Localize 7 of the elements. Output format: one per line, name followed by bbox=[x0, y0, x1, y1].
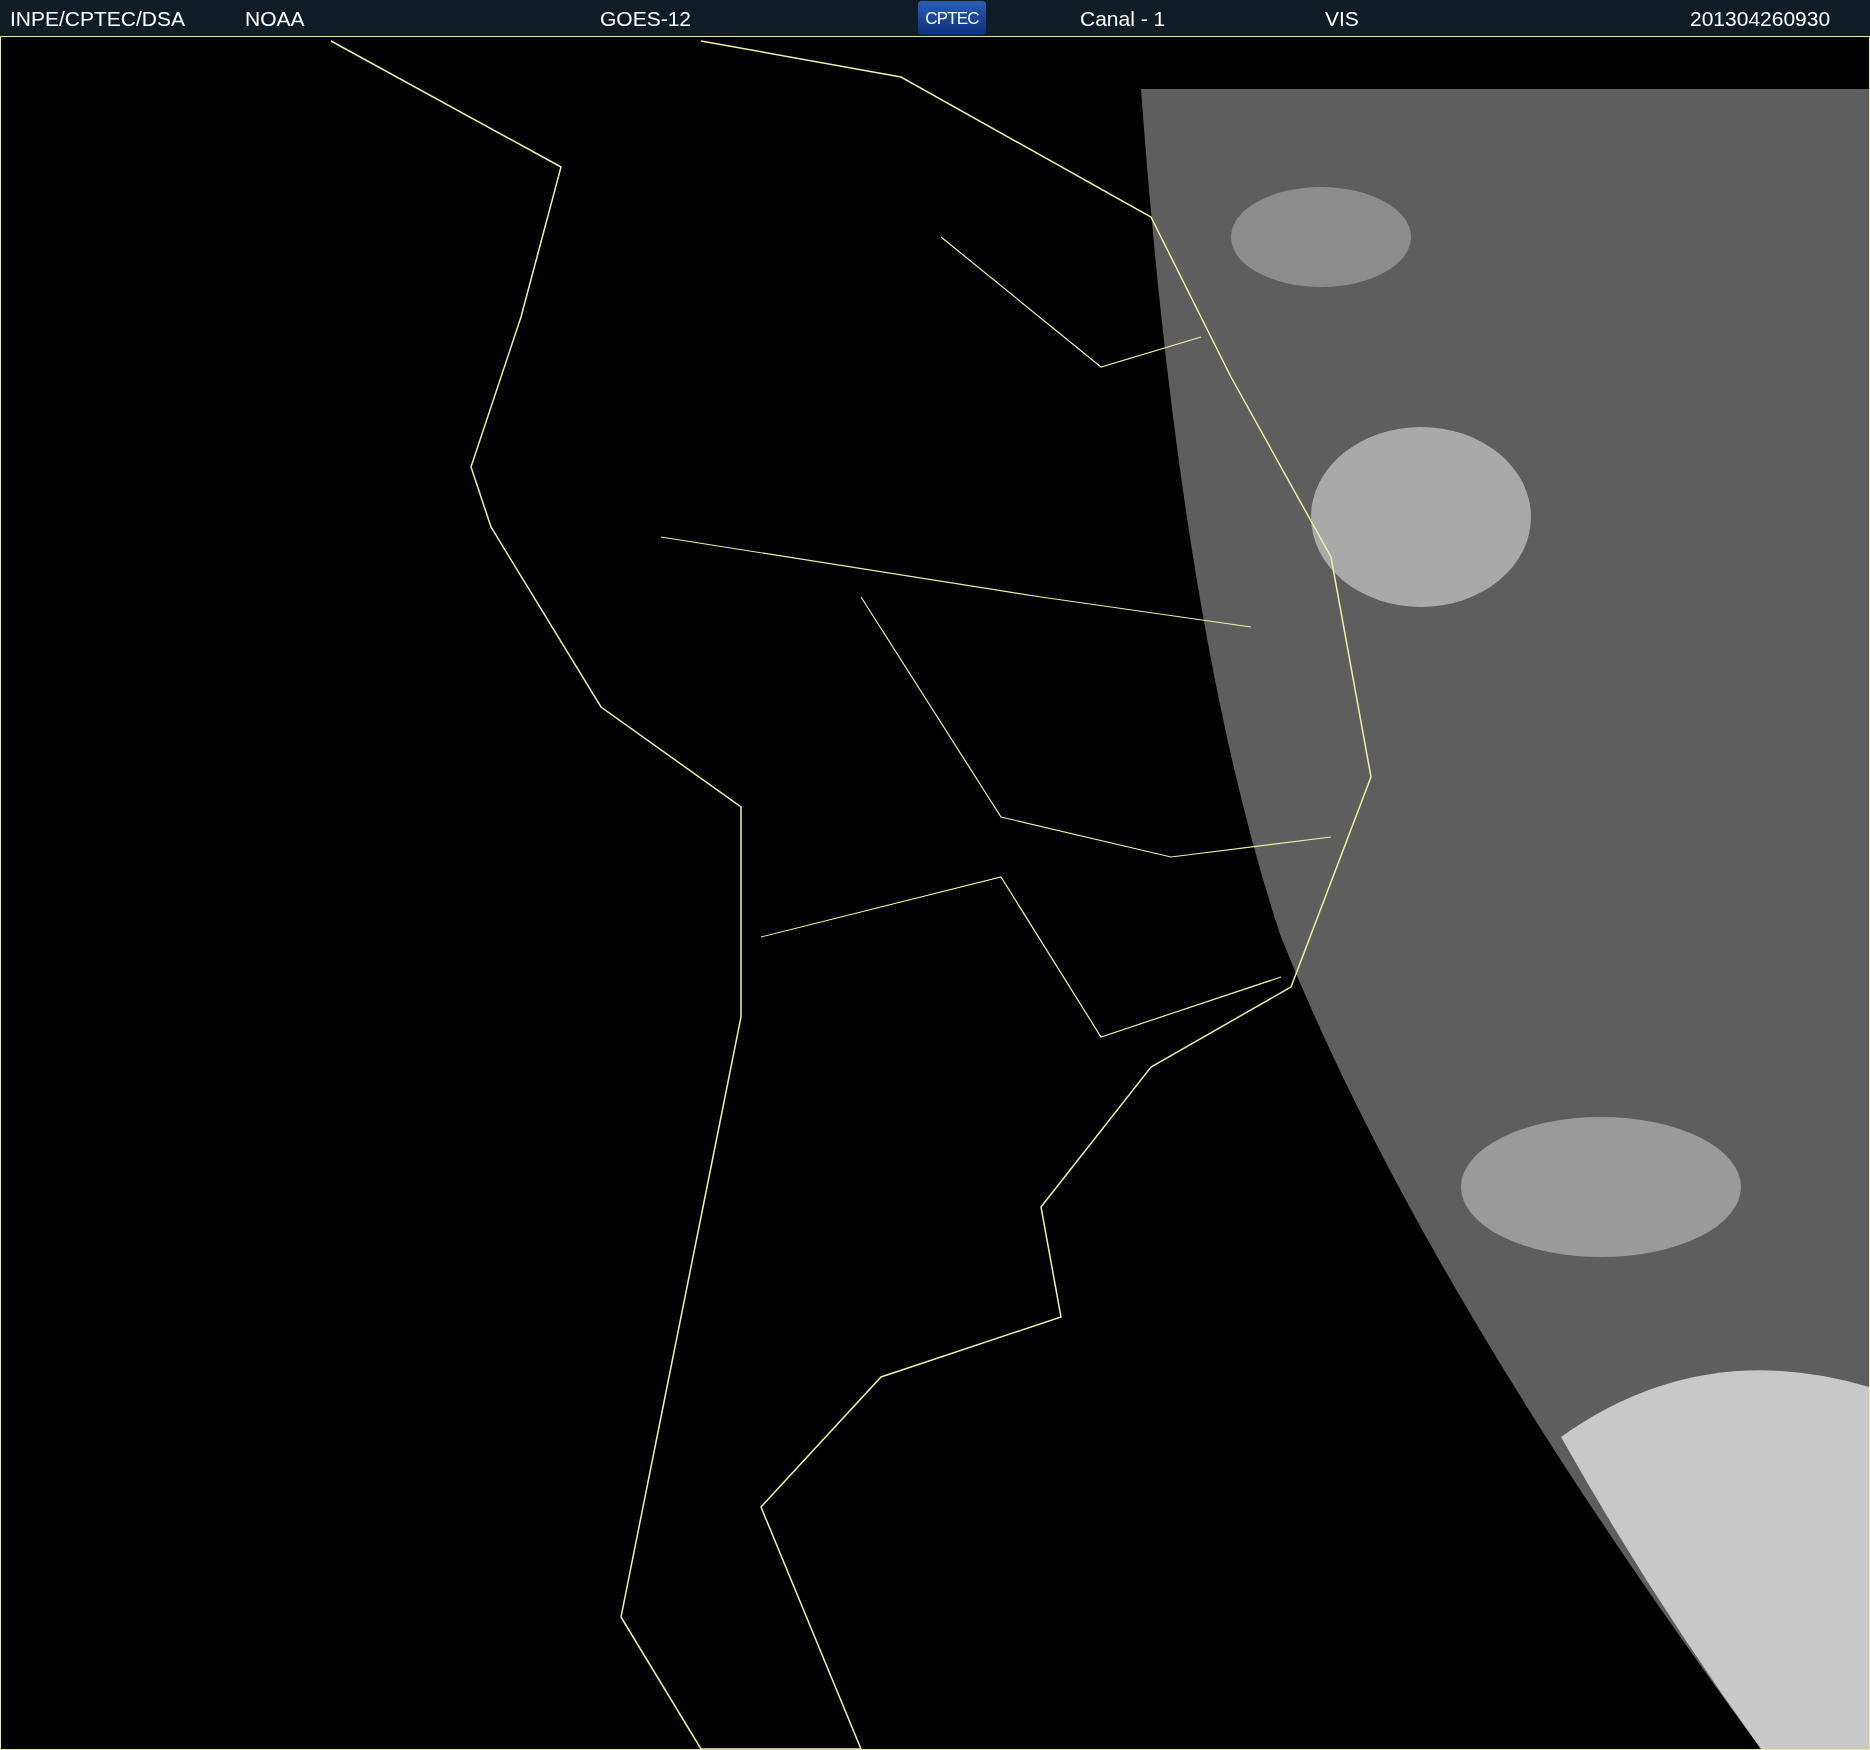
logo: CPTEC bbox=[918, 1, 986, 35]
band-label: VIS bbox=[1325, 7, 1360, 29]
channel-label: Canal - 1 bbox=[1080, 7, 1167, 29]
satellite-label: GOES-12 bbox=[600, 7, 693, 29]
agency-label: NOAA bbox=[245, 7, 306, 29]
source-label: INPE/CPTEC/DSA bbox=[10, 7, 187, 29]
timestamp-label: 201304260930 bbox=[1690, 7, 1831, 29]
